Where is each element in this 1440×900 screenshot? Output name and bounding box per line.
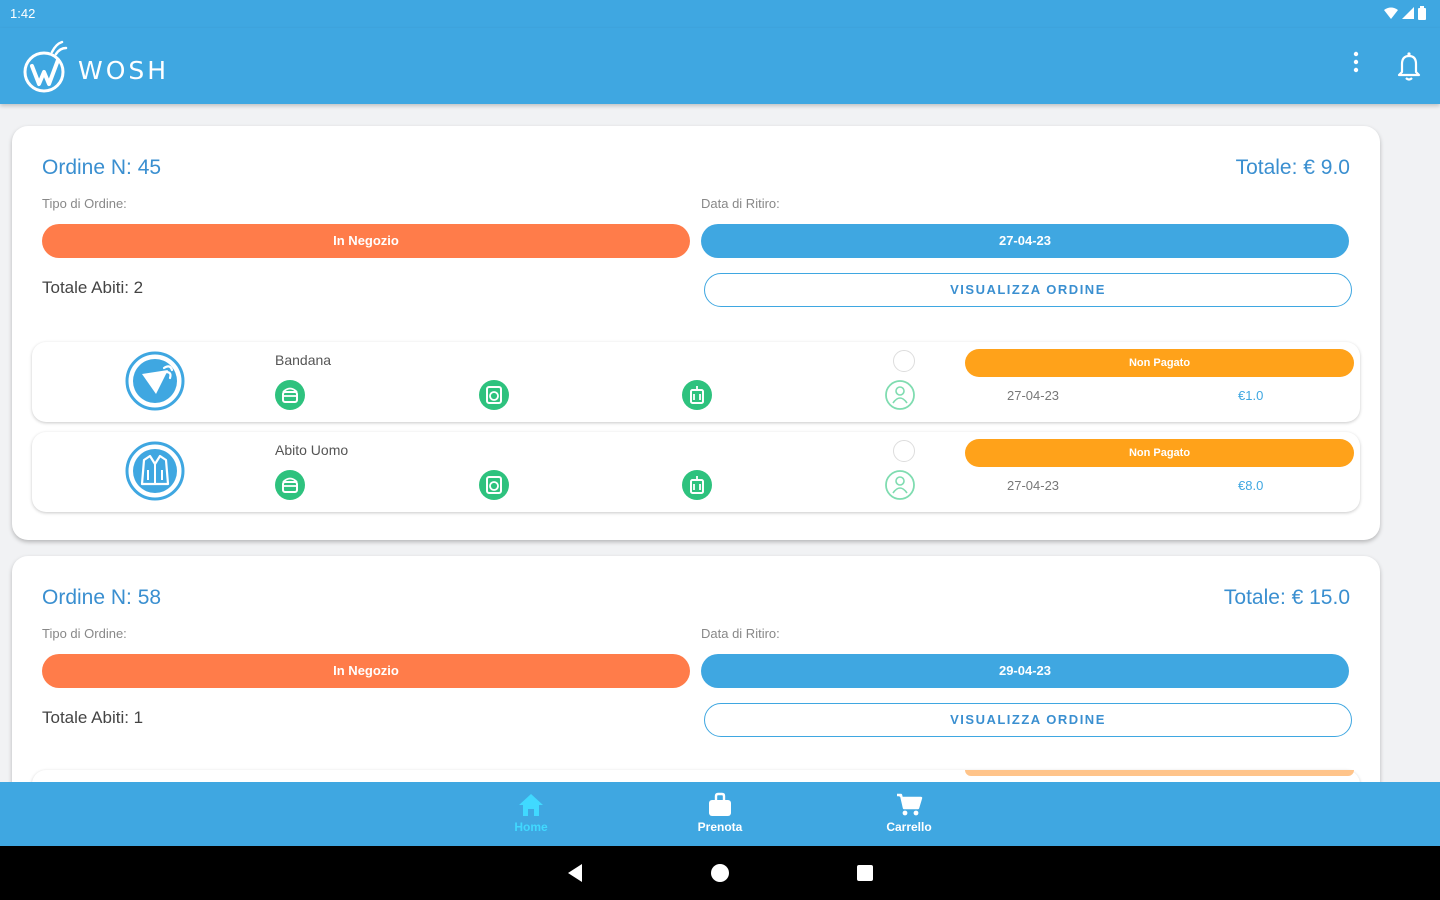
order-number: Ordine N: 58	[42, 586, 162, 609]
order-item-row[interactable]: Abito Uomo Non Pagato 27-04-23 €8.0	[32, 432, 1360, 512]
view-order-button[interactable]: VISUALIZZA ORDINE	[704, 703, 1352, 737]
order-type-badge: In Negozio	[42, 224, 690, 258]
bottom-navigation: Home Prenota Carrello	[0, 782, 1440, 846]
app-brand: WOSH	[78, 56, 170, 85]
order-type-label: Tipo di Ordine:	[42, 626, 127, 641]
basket-icon	[275, 470, 305, 500]
recent-apps-icon[interactable]	[852, 860, 878, 886]
status-bar: 1:42	[0, 0, 1440, 28]
home-circle-icon[interactable]	[707, 860, 733, 886]
bandana-icon	[125, 351, 185, 411]
nav-home-label: Home	[514, 820, 548, 834]
order-card: Ordine N: 45 Totale: € 9.0 Tipo di Ordin…	[12, 126, 1380, 540]
item-price: €1.0	[1238, 388, 1264, 403]
wifi-icon	[1384, 7, 1398, 22]
item-price: €8.0	[1238, 478, 1264, 493]
pickup-date-badge: 29-04-23	[701, 654, 1349, 688]
order-type-badge: In Negozio	[42, 654, 690, 688]
order-number: Ordine N: 45	[42, 156, 162, 179]
pickup-date-badge: 27-04-23	[701, 224, 1349, 258]
nav-prenota-label: Prenota	[697, 820, 743, 834]
select-radio[interactable]	[893, 350, 915, 372]
order-total: Totale: € 15.0	[1223, 586, 1350, 609]
home-icon	[519, 794, 543, 816]
washing-machine-icon	[479, 470, 509, 500]
bell-icon[interactable]	[1394, 50, 1424, 82]
back-icon[interactable]	[562, 860, 588, 886]
order-card: Ordine N: 58 Totale: € 15.0 Tipo di Ordi…	[12, 556, 1380, 782]
select-radio[interactable]	[893, 440, 915, 462]
payment-status-badge: Non Pagato	[965, 439, 1354, 467]
briefcase-icon	[709, 792, 731, 816]
pickup-date-label: Data di Ritiro:	[701, 196, 780, 211]
item-name: Abito Uomo	[275, 442, 349, 458]
order-total: Totale: € 9.0	[1235, 156, 1350, 179]
garment-bag-icon	[682, 380, 712, 410]
payment-status-badge: Non Pagato	[965, 349, 1354, 377]
pickup-date-label: Data di Ritiro:	[701, 626, 780, 641]
payment-status-badge	[965, 770, 1354, 776]
nav-carrello-label: Carrello	[886, 820, 932, 834]
order-type-label: Tipo di Ordine:	[42, 196, 127, 211]
battery-icon	[1418, 6, 1426, 23]
item-date: 27-04-23	[1007, 388, 1060, 403]
order-item-row[interactable]: Bandana Non Pagato 27-04-23 €1.0	[32, 342, 1360, 422]
view-order-button[interactable]: VISUALIZZA ORDINE	[704, 273, 1352, 307]
status-time: 1:42	[10, 6, 36, 21]
total-items-count: Totale Abiti: 2	[42, 278, 144, 297]
system-navigation-bar	[0, 846, 1440, 900]
person-pickup-icon	[885, 470, 915, 500]
item-name: Bandana	[275, 352, 332, 368]
signal-icon	[1402, 7, 1414, 22]
cart-icon	[897, 793, 923, 816]
washing-machine-icon	[479, 380, 509, 410]
wosh-logo-icon	[23, 40, 68, 93]
person-pickup-icon	[885, 380, 915, 410]
nav-home[interactable]: Home	[486, 792, 576, 840]
nav-carrello[interactable]: Carrello	[864, 792, 954, 840]
more-vert-icon[interactable]	[1346, 50, 1366, 82]
order-item-row[interactable]	[32, 770, 1360, 782]
total-items-count: Totale Abiti: 1	[42, 708, 144, 727]
nav-prenota[interactable]: Prenota	[675, 792, 765, 840]
garment-bag-icon	[682, 470, 712, 500]
app-bar: WOSH	[0, 28, 1440, 104]
basket-icon	[275, 380, 305, 410]
item-date: 27-04-23	[1007, 478, 1060, 493]
orders-list[interactable]: Ordine N: 45 Totale: € 9.0 Tipo di Ordin…	[0, 104, 1440, 782]
suit-icon	[125, 441, 185, 501]
